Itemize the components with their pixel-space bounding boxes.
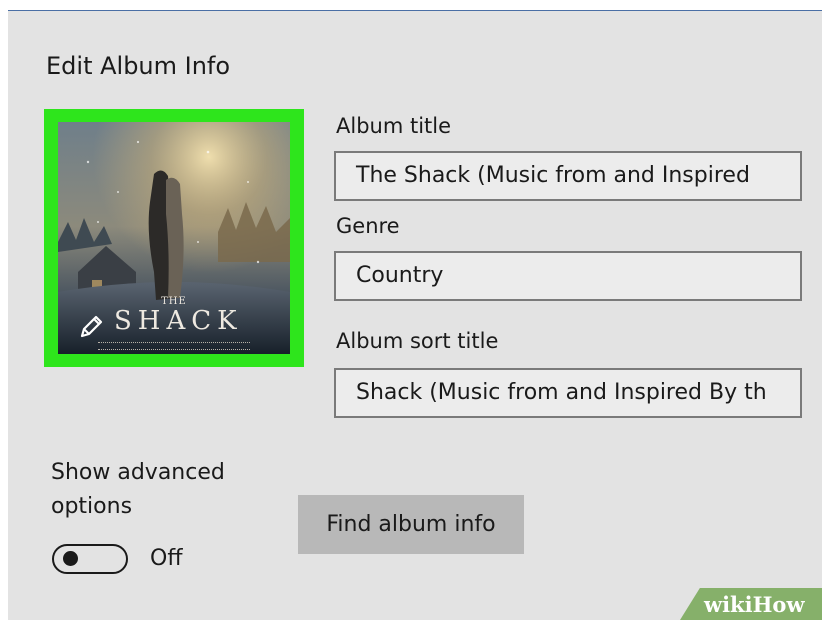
- album-title-value: The Shack (Music from and Inspired: [356, 163, 750, 188]
- watermark-text: wikiHow: [704, 592, 805, 617]
- album-sort-title-label: Album sort title: [336, 329, 499, 353]
- page: Edit Album Info THE SHACK Album title Th…: [0, 0, 822, 620]
- genre-label: Genre: [336, 214, 400, 238]
- album-sort-title-field[interactable]: Shack (Music from and Inspired By th: [334, 368, 802, 418]
- toggle-knob: [63, 551, 78, 566]
- show-advanced-options-label: Show advanced options: [51, 456, 271, 524]
- genre-field[interactable]: Country: [334, 251, 802, 301]
- album-art-title-text: SHACK: [114, 306, 243, 336]
- genre-value: Country: [356, 263, 444, 288]
- album-art-highlight: THE SHACK: [44, 109, 304, 367]
- watermark-part2: How: [752, 592, 805, 617]
- advanced-options-toggle[interactable]: [52, 544, 128, 574]
- watermark-part1: wiki: [704, 592, 753, 617]
- album-title-field[interactable]: The Shack (Music from and Inspired: [334, 151, 802, 201]
- dialog-title: Edit Album Info: [46, 52, 231, 80]
- album-sort-title-value: Shack (Music from and Inspired By th: [356, 380, 767, 405]
- find-album-info-button[interactable]: Find album info: [298, 495, 524, 554]
- album-art[interactable]: THE SHACK: [58, 122, 290, 354]
- album-title-label: Album title: [336, 114, 452, 138]
- toggle-state-label: Off: [150, 546, 183, 571]
- show-advanced-options-line1: Show advanced: [51, 460, 225, 485]
- show-advanced-options-line2: options: [51, 494, 133, 519]
- album-art-credits: [98, 342, 250, 350]
- pencil-icon[interactable]: [78, 314, 104, 340]
